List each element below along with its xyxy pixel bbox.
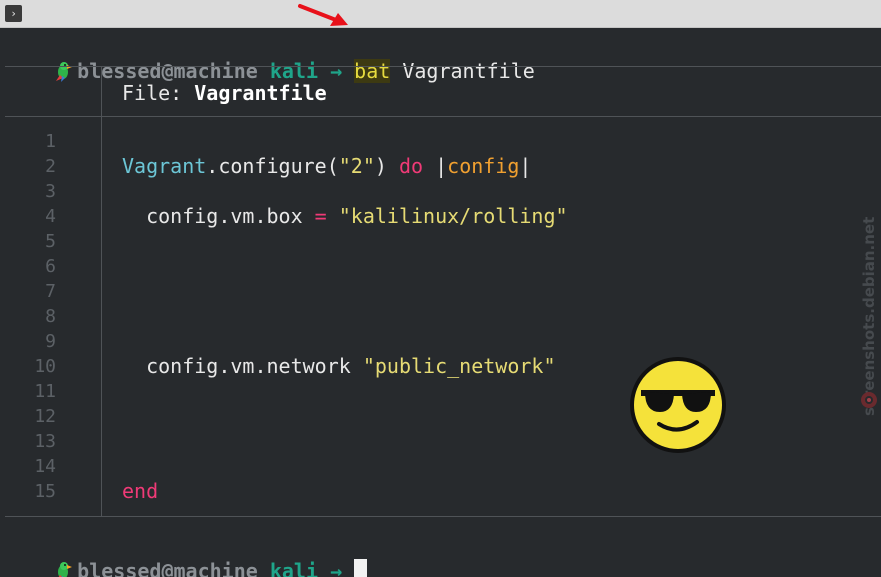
terminal-view[interactable]: blessed@machine kali → bat Vagrantfile F… [0, 29, 881, 577]
sunglasses-emoji-icon [630, 357, 726, 453]
prompt-arrow: → [330, 59, 343, 83]
code-string: "public_network" [362, 354, 556, 378]
code-text: config.vm.box [146, 204, 315, 228]
file-header-label: File: [122, 81, 183, 105]
line-number: 5 [45, 231, 56, 252]
terminal-icon[interactable]: › [5, 5, 22, 22]
text-cursor[interactable] [354, 559, 368, 577]
line-number: 13 [34, 431, 56, 452]
line-number: 14 [34, 456, 56, 477]
code-string: "kalilinux/rolling" [338, 204, 568, 228]
file-header: File: Vagrantfile [122, 79, 327, 107]
red-arrow-icon [298, 4, 348, 26]
line-number: 10 [34, 356, 56, 377]
file-header-filename: Vagrantfile [194, 81, 327, 105]
line-number: 1 [45, 131, 56, 152]
gutter-separator [101, 116, 102, 516]
watermark-text: screenshots.debian.net [860, 216, 878, 416]
code-constant: Vagrant [122, 154, 207, 178]
code-punct: ) [374, 154, 399, 178]
line-number: 2 [45, 156, 56, 177]
code-line-10: config.vm.network "public_network" [122, 354, 568, 379]
code-punct: | [519, 154, 532, 178]
code-operator: = [314, 204, 327, 228]
code-line-15: end [122, 479, 568, 504]
code-line-4: config.vm.box = "kalilinux/rolling" [122, 204, 568, 229]
line-number-gutter: 1 2 3 4 5 6 7 8 9 10 11 12 13 14 15 [0, 129, 56, 504]
code-keyword: do [398, 154, 424, 178]
header-top-rule [5, 66, 881, 67]
line-number: 3 [45, 181, 56, 202]
code-punct: | [423, 154, 448, 178]
parrot-icon [58, 562, 73, 577]
line-number: 15 [34, 481, 56, 502]
command-prompt-line: blessed@machine kali → bat Vagrantfile [5, 29, 535, 83]
code-line-2: Vagrant.configure("2") do |config| [122, 154, 568, 179]
code-string: "2" [338, 154, 375, 178]
prompt-user: blessed@machine [77, 559, 258, 577]
prompt-directory: kali [269, 559, 319, 577]
footer-rule [5, 516, 881, 517]
line-number: 12 [34, 406, 56, 427]
header-gutter-rule [101, 66, 102, 116]
command-prompt-line-active[interactable]: blessed@machine kali → [5, 529, 368, 577]
line-number: 8 [45, 306, 56, 327]
code-param: config [447, 154, 520, 178]
window-titlebar: › [0, 0, 881, 28]
header-bottom-rule [5, 116, 881, 117]
line-number: 7 [45, 281, 56, 302]
parrot-icon [56, 62, 73, 82]
line-number: 6 [45, 256, 56, 277]
line-number: 4 [45, 206, 56, 227]
code-content: Vagrant.configure("2") do |config| confi… [122, 129, 568, 504]
line-number: 9 [45, 331, 56, 352]
code-method: .configure( [206, 154, 339, 178]
line-number: 11 [34, 381, 56, 402]
code-keyword: end [122, 479, 159, 503]
code-text: config.vm.network [146, 354, 363, 378]
camera-icon [861, 392, 877, 408]
command-text: bat [354, 59, 391, 83]
command-argument: Vagrantfile [402, 59, 535, 83]
prompt-arrow: → [330, 559, 343, 577]
